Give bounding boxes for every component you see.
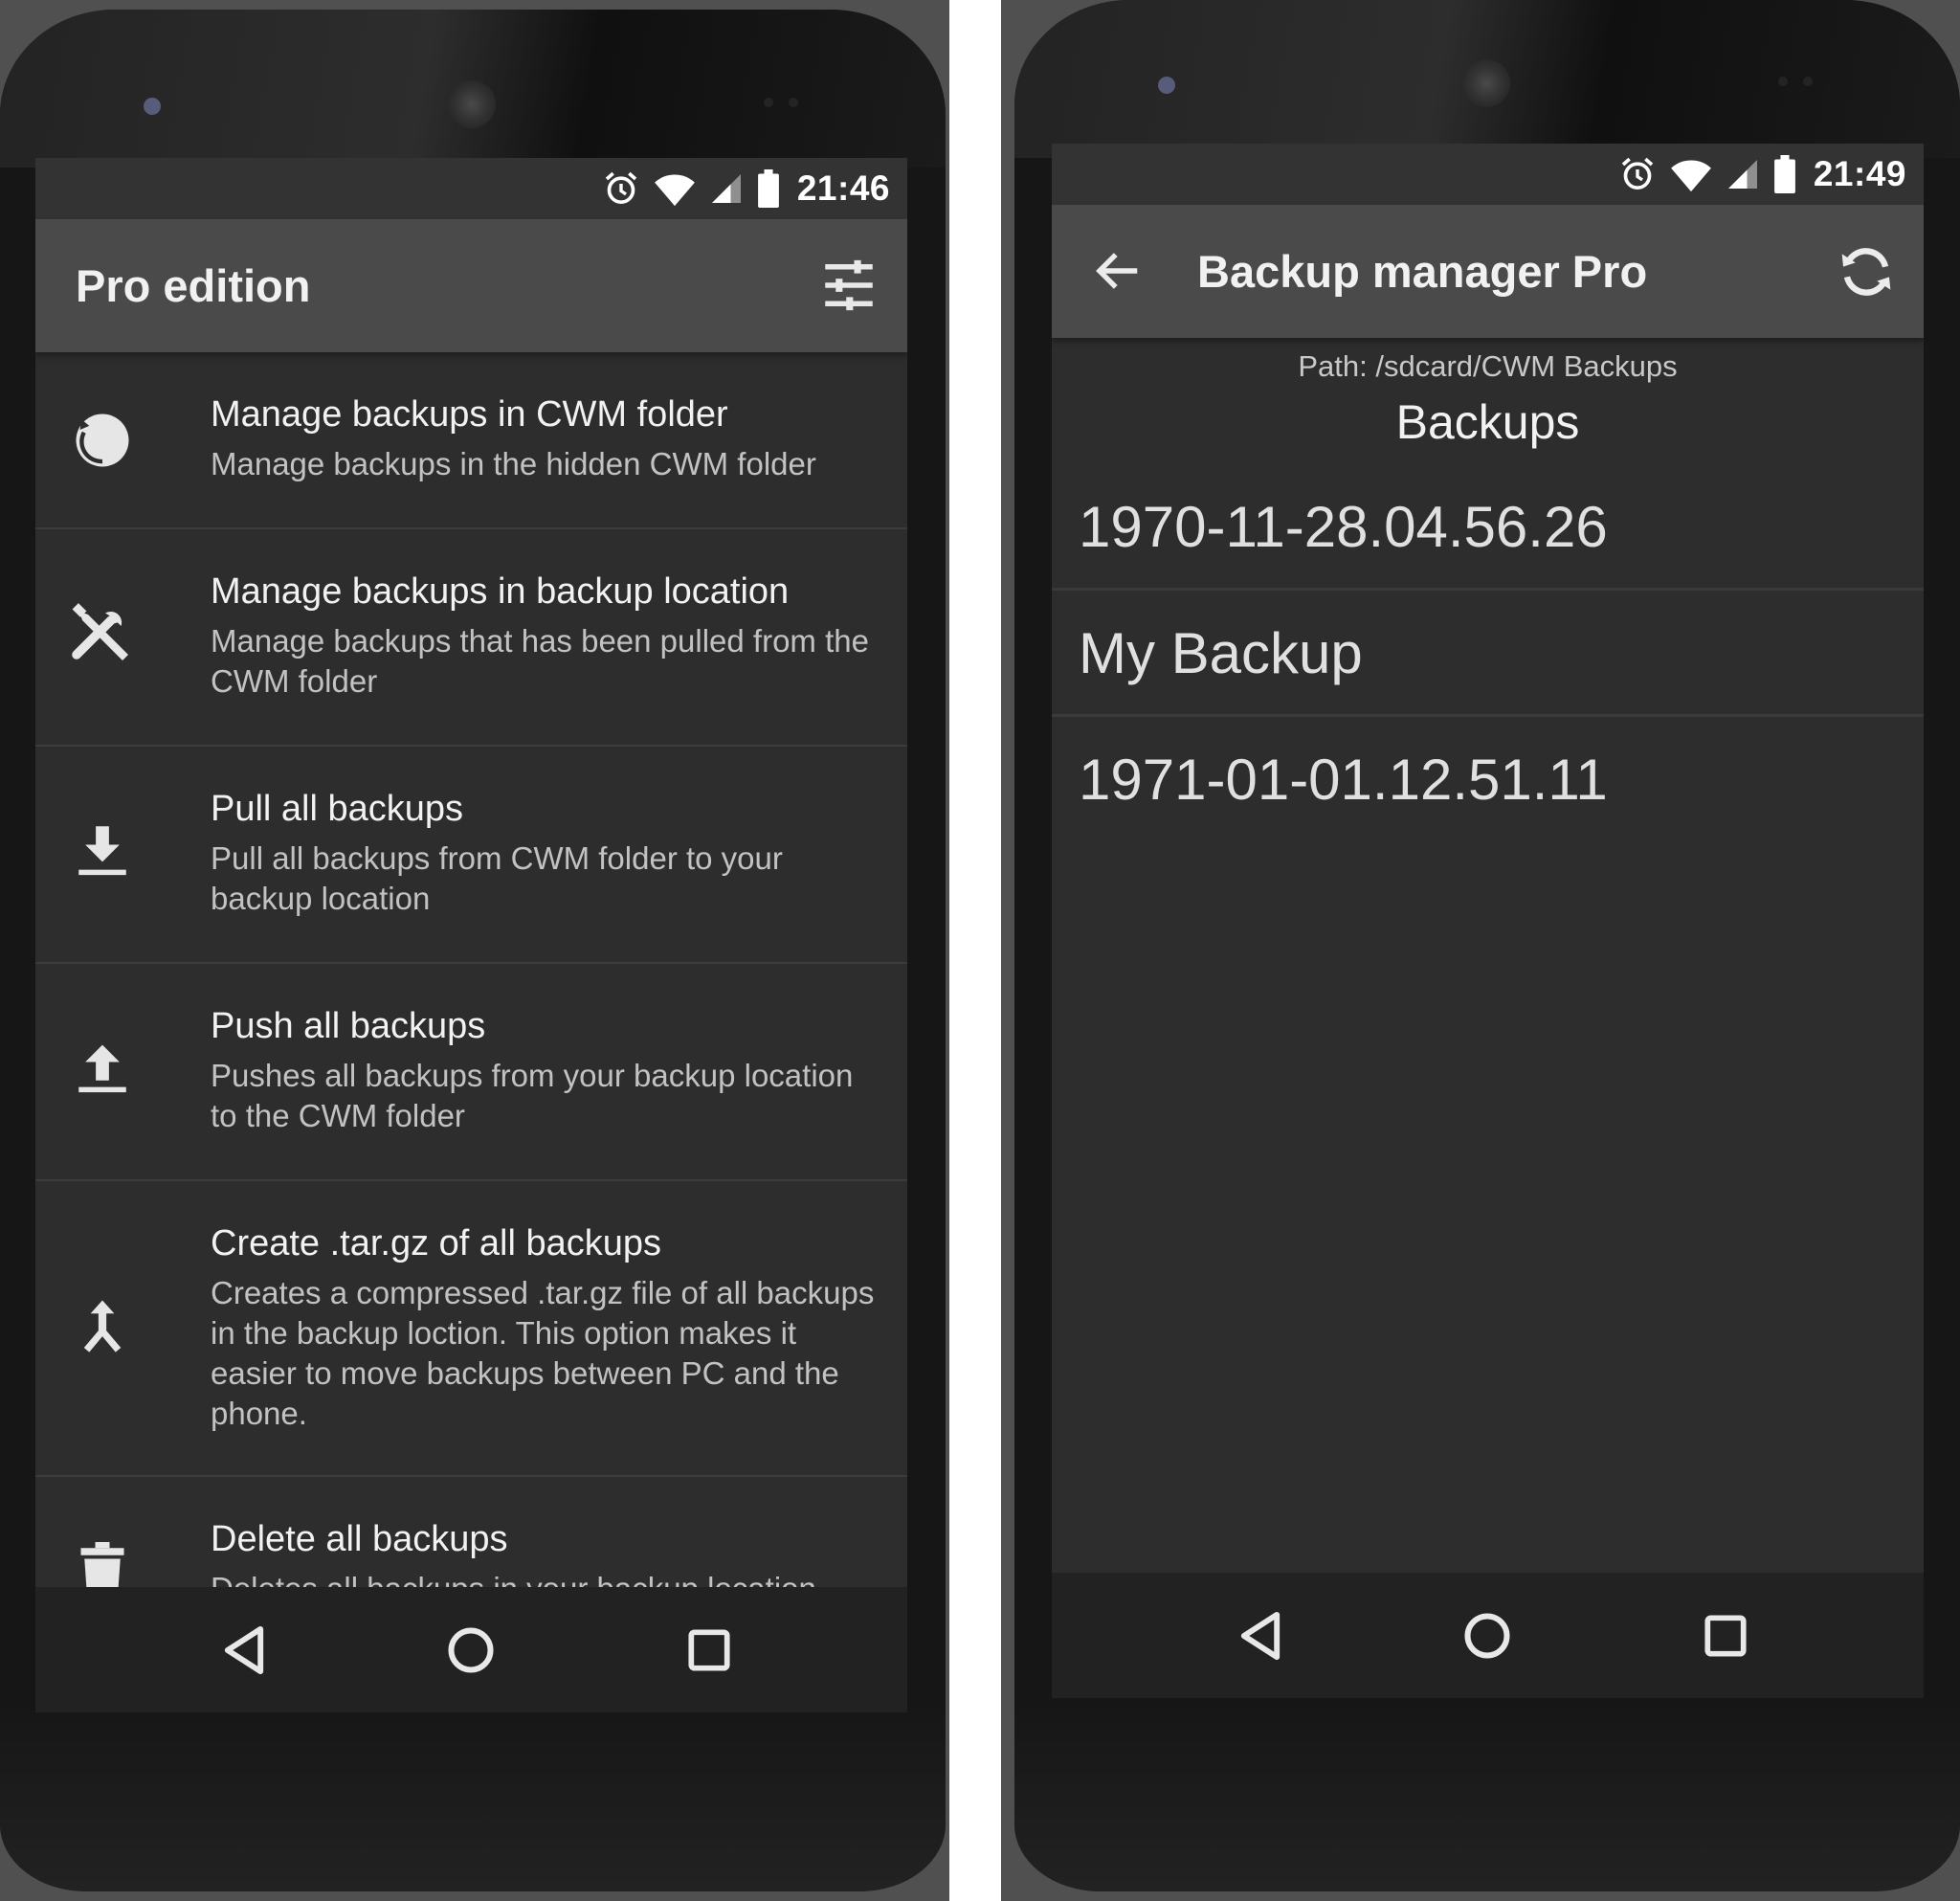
home-circle-icon — [448, 1627, 494, 1673]
menu-item-push-all[interactable]: Push all backups Pushes all backups from… — [35, 964, 907, 1181]
arrow-back-icon[interactable] — [1092, 245, 1144, 297]
section-title: Backups — [1395, 395, 1580, 449]
menu-list: Manage backups in CWM folder Manage back… — [35, 352, 907, 1587]
app-bar: Backup manager Pro — [1052, 205, 1924, 338]
wifi-icon — [654, 174, 695, 207]
trash-icon — [80, 1542, 124, 1587]
alarm-icon — [605, 171, 637, 204]
backup-list-item[interactable]: My Backup — [1052, 591, 1924, 717]
nav-recents-button[interactable] — [673, 1614, 746, 1687]
recents-square-icon — [1704, 1615, 1747, 1657]
menu-item-subtitle: Pushes all backups from your backup loca… — [211, 1058, 854, 1133]
menu-item-title: Pull all backups — [211, 789, 464, 829]
nav-home-button[interactable] — [1451, 1599, 1524, 1672]
menu-item-title: Manage backups in backup location — [211, 571, 790, 612]
status-time: 21:46 — [796, 168, 890, 208]
app-bar: Pro edition — [35, 219, 907, 352]
menu-item-delete-all[interactable]: Delete all backups Deletes all backups i… — [35, 1477, 907, 1587]
nav-home-button[interactable] — [434, 1614, 507, 1687]
backup-list-item[interactable]: 1971-01-01.12.51.11 — [1052, 717, 1924, 843]
tune-sliders-icon[interactable] — [817, 254, 880, 317]
back-triangle-icon — [224, 1625, 264, 1675]
right-screenshot: 21:49 Backup manager Pro Path: /sdcard/C… — [1001, 0, 1960, 1901]
page-title: Pro edition — [76, 260, 311, 311]
menu-item-create-targz[interactable]: Create .tar.gz of all backups Creates a … — [35, 1181, 907, 1477]
screen-left: 21:46 Pro edition Manage backups in CWM … — [35, 158, 907, 1712]
signal-icon — [1727, 160, 1757, 189]
screen-right: 21:49 Backup manager Pro Path: /sdcard/C… — [1052, 144, 1924, 1698]
backup-path: Path: /sdcard/CWM Backups — [1298, 349, 1678, 383]
back-triangle-icon — [1240, 1611, 1281, 1661]
battery-icon — [1773, 155, 1795, 193]
proximity-sensor — [1158, 77, 1175, 94]
alarm-icon — [1621, 157, 1654, 190]
menu-item-title: Delete all backups — [211, 1519, 508, 1559]
phone-frame-right: 21:49 Backup manager Pro Path: /sdcard/C… — [1014, 0, 1960, 1891]
navigation-bar — [1052, 1573, 1924, 1698]
page-title: Backup manager Pro — [1197, 246, 1648, 297]
status-time: 21:49 — [1813, 154, 1906, 193]
navigation-bar — [35, 1587, 907, 1712]
nav-back-button[interactable] — [1224, 1599, 1297, 1672]
nav-back-button[interactable] — [208, 1614, 280, 1687]
menu-item-manage-cwm[interactable]: Manage backups in CWM folder Manage back… — [35, 352, 907, 529]
home-circle-icon — [1464, 1613, 1510, 1659]
menu-item-title: Create .tar.gz of all backups — [211, 1223, 662, 1264]
menu-item-subtitle: Deletes all backups in your backup locat… — [211, 1569, 880, 1587]
sensor-dots — [1778, 77, 1830, 88]
restore-circle-icon — [76, 414, 129, 467]
refresh-icon[interactable] — [1836, 241, 1897, 302]
menu-item-subtitle: Manage backups that has been pulled from… — [211, 623, 869, 699]
download-icon — [78, 826, 126, 876]
proximity-sensor — [144, 98, 161, 115]
earpiece-speaker — [1462, 59, 1510, 107]
menu-item-subtitle: Manage backups in the hidden CWM folder — [211, 446, 816, 481]
merge-icon — [83, 1300, 122, 1353]
battery-icon — [757, 169, 779, 208]
left-screenshot: 21:46 Pro edition Manage backups in CWM … — [0, 0, 949, 1901]
recents-square-icon — [688, 1629, 730, 1671]
nav-recents-button[interactable] — [1689, 1599, 1762, 1672]
status-bar: 21:46 — [35, 158, 907, 219]
menu-item-manage-location[interactable]: Manage backups in backup location Manage… — [35, 529, 907, 747]
sensor-dots — [764, 98, 815, 109]
backup-list: 1970-11-28.04.56.26 My Backup 1971-01-01… — [1052, 464, 1924, 843]
backup-list-item[interactable]: 1970-11-28.04.56.26 — [1052, 464, 1924, 591]
earpiece-speaker — [448, 80, 496, 128]
wifi-icon — [1670, 160, 1711, 192]
menu-item-title: Manage backups in CWM folder — [211, 394, 728, 435]
menu-item-title: Push all backups — [211, 1006, 486, 1046]
menu-item-pull-all[interactable]: Pull all backups Pull all backups from C… — [35, 747, 907, 964]
menu-item-subtitle: Pull all backups from CWM folder to your… — [211, 840, 783, 916]
status-bar: 21:49 — [1052, 144, 1924, 205]
signal-icon — [711, 174, 741, 203]
upload-icon — [78, 1044, 126, 1093]
tools-icon — [72, 603, 128, 660]
menu-item-subtitle: Creates a compressed .tar.gz file of all… — [211, 1275, 875, 1431]
phone-frame-left: 21:46 Pro edition Manage backups in CWM … — [0, 10, 946, 1891]
